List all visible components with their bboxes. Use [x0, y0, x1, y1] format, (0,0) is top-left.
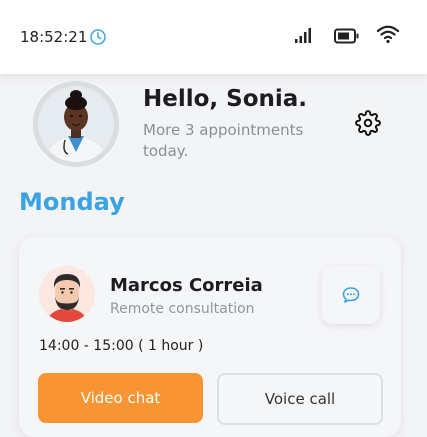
doctor-avatar: [39, 266, 95, 322]
clock-icon: [90, 29, 106, 45]
appointments-summary: More 3 appointments today.: [143, 121, 304, 160]
gear-icon[interactable]: [355, 110, 381, 136]
chat-bubble-icon: [342, 287, 360, 303]
avatar: [38, 86, 114, 162]
video-chat-button[interactable]: Video chat: [38, 373, 203, 423]
appointment-card[interactable]: Marcos Correia Remote consultation 14:00…: [19, 237, 401, 437]
status-time: 18:52:21: [20, 28, 88, 46]
signal-icon: [295, 28, 311, 43]
profile-avatar[interactable]: [33, 81, 119, 167]
nurse-portrait-image: [38, 86, 114, 162]
voice-call-button[interactable]: Voice call: [217, 373, 383, 425]
day-heading: Monday: [19, 188, 125, 216]
consultation-type: Remote consultation: [110, 301, 255, 317]
appointment-time: 14:00 - 15:00 ( 1 hour ): [39, 338, 204, 354]
wifi-icon: [376, 25, 400, 44]
doctor-avatar-illustration: [39, 266, 95, 322]
battery-icon: [334, 28, 359, 44]
chat-button[interactable]: [322, 266, 380, 324]
doctor-name: Marcos Correia: [110, 275, 263, 296]
status-bar: 18:52:21: [0, 0, 427, 74]
greeting-title: Hello, Sonia.: [143, 86, 308, 112]
